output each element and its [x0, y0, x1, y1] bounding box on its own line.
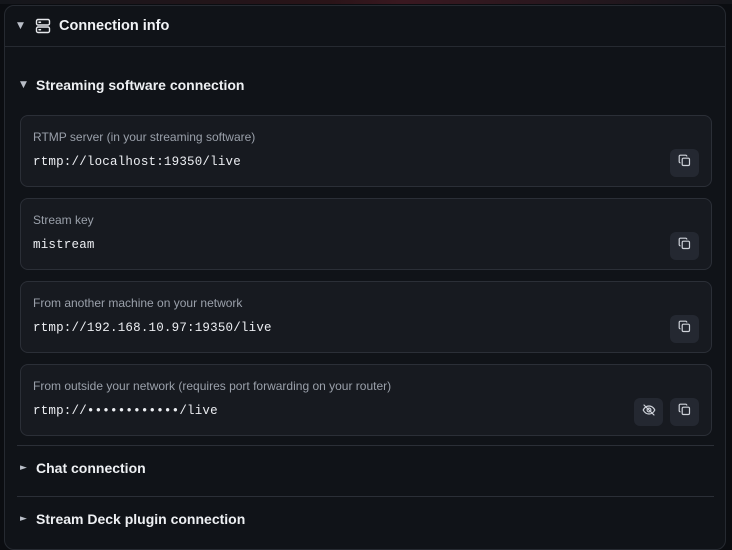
field-label: From another machine on your network [33, 296, 243, 310]
copy-icon [678, 154, 691, 172]
eye-off-icon [642, 403, 656, 422]
stream-key-card: Stream key mistream [20, 198, 712, 270]
field-value: rtmp://localhost:19350/live [33, 155, 241, 169]
top-accent-bar [0, 0, 732, 4]
section-streaming-header[interactable]: ▼ Streaming software connection [20, 77, 244, 93]
expand-down-icon: ▼ [17, 21, 24, 31]
field-label: Stream key [33, 213, 94, 227]
section-title: Chat connection [36, 460, 146, 476]
copy-icon [678, 320, 691, 338]
copy-button[interactable] [670, 398, 699, 426]
section-divider [17, 445, 714, 446]
section-divider [17, 496, 714, 497]
field-value: rtmp://••••••••••••/live [33, 404, 218, 418]
external-address-card: From outside your network (requires port… [20, 364, 712, 436]
expand-right-icon: ► [20, 463, 27, 473]
connection-info-panel: ▼ Connection info ▼ Streaming software c… [4, 5, 726, 550]
copy-icon [678, 403, 691, 421]
copy-button[interactable] [670, 232, 699, 260]
panel-title: Connection info [59, 18, 170, 34]
field-value: mistream [33, 238, 95, 252]
rtmp-server-card: RTMP server (in your streaming software)… [20, 115, 712, 187]
section-title: Stream Deck plugin connection [36, 511, 246, 527]
toggle-visibility-button[interactable] [634, 398, 663, 426]
server-icon [35, 18, 51, 34]
field-label: RTMP server (in your streaming software) [33, 130, 256, 144]
expand-right-icon: ► [20, 514, 27, 524]
section-title: Streaming software connection [36, 77, 245, 93]
expand-down-icon: ▼ [20, 80, 27, 90]
copy-button[interactable] [670, 149, 699, 177]
lan-address-card: From another machine on your network rtm… [20, 281, 712, 353]
copy-button[interactable] [670, 315, 699, 343]
connection-info-header[interactable]: ▼ Connection info [5, 6, 725, 47]
field-label: From outside your network (requires port… [33, 379, 392, 393]
section-streamdeck-header[interactable]: ► Stream Deck plugin connection [20, 511, 245, 527]
field-value: rtmp://192.168.10.97:19350/live [33, 321, 272, 335]
copy-icon [678, 237, 691, 255]
section-chat-header[interactable]: ► Chat connection [20, 460, 146, 476]
